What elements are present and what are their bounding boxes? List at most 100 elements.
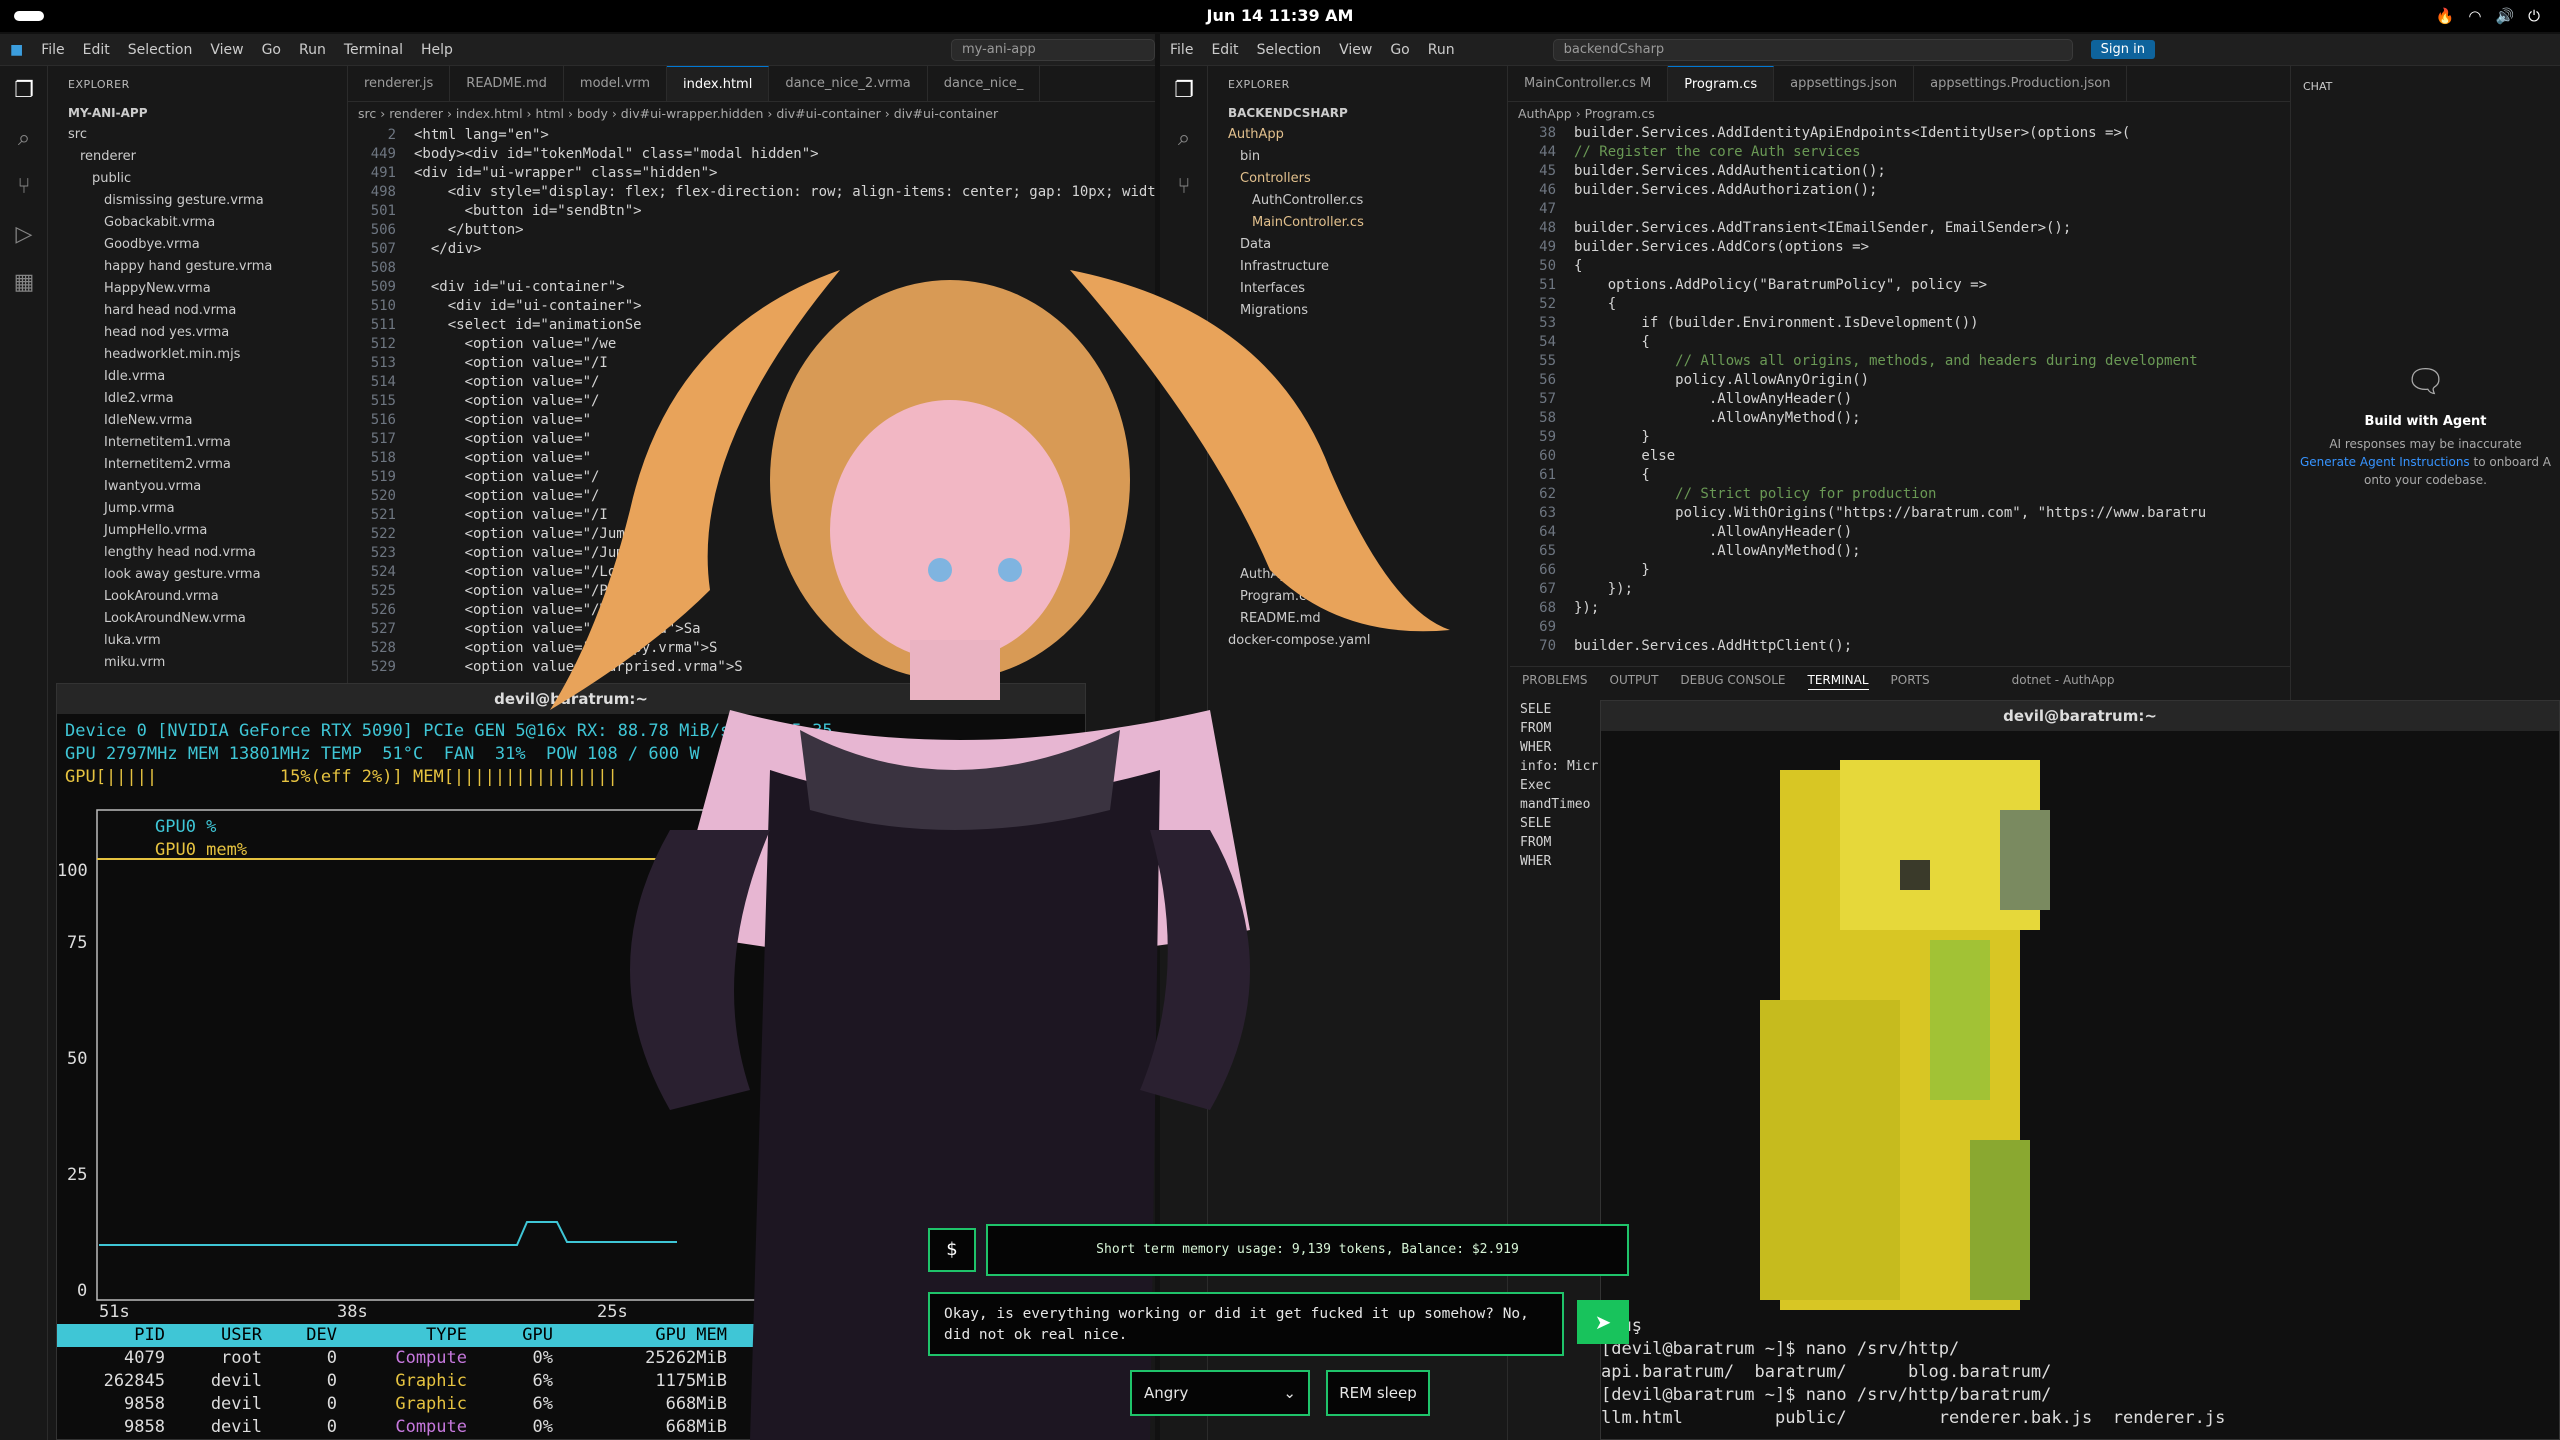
tree-item[interactable]: Gobackabit.vrma <box>48 212 347 234</box>
code-line[interactable]: 64 .AllowAnyHeader() <box>1510 523 2206 542</box>
volume-icon[interactable]: 🔊 <box>2495 7 2514 25</box>
code-line[interactable]: 70 builder.Services.AddHttpClient(); <box>1510 637 2206 656</box>
system-tray[interactable]: 🔥 ◠ 🔊 ⏻ <box>2436 7 2540 25</box>
tree-item[interactable]: miku.vrm <box>48 652 347 674</box>
panel-tab[interactable]: PORTS <box>1891 673 1930 690</box>
command-center-search[interactable]: backendCsharp <box>1552 38 2073 61</box>
code-line[interactable]: 59 } <box>1510 428 2206 447</box>
tree-item[interactable]: renderer <box>48 146 347 168</box>
menu-terminal[interactable]: Terminal <box>344 42 403 58</box>
code-line[interactable]: 68}); <box>1510 599 2206 618</box>
tree-item[interactable]: luka.vrm <box>48 630 347 652</box>
wifi-icon[interactable]: ◠ <box>2468 7 2481 25</box>
menu-file[interactable]: File <box>1170 42 1193 58</box>
extensions-icon[interactable]: ▦ <box>0 258 48 306</box>
tree-item[interactable]: Internetitem2.vrma <box>48 454 347 476</box>
code-line[interactable]: 63 policy.WithOrigins("https://baratrum.… <box>1510 504 2206 523</box>
code-line[interactable]: 69 <box>1510 618 2206 637</box>
menu-edit[interactable]: Edit <box>83 42 110 58</box>
code-line[interactable]: 56 policy.AllowAnyOrigin() <box>1510 371 2206 390</box>
tree-item[interactable]: headworklet.min.mjs <box>48 344 347 366</box>
tree-item[interactable]: hard head nod.vrma <box>48 300 347 322</box>
code-line[interactable]: 65 .AllowAnyMethod(); <box>1510 542 2206 561</box>
breadcrumb[interactable]: src › renderer › index.html › html › bod… <box>348 102 1008 124</box>
editor-tab[interactable]: Program.cs <box>1668 66 1775 101</box>
tree-item[interactable]: bin <box>1208 146 1507 168</box>
tree-item[interactable]: LookAroundNew.vrma <box>48 608 347 630</box>
tree-item[interactable]: src <box>48 124 347 146</box>
tree-item[interactable]: JumpHello.vrma <box>48 520 347 542</box>
tree-item[interactable]: Controllers <box>1208 168 1507 190</box>
editor-tab[interactable]: MainController.cs M <box>1508 66 1669 101</box>
tree-item[interactable]: Goodbye.vrma <box>48 234 347 256</box>
menu-view[interactable]: View <box>1339 42 1372 58</box>
tree-item[interactable]: public <box>48 168 347 190</box>
breadcrumb[interactable]: AuthApp › Program.cs <box>1508 102 1665 124</box>
code-line[interactable]: 51 options.AddPolicy("BaratrumPolicy", p… <box>1510 276 2206 295</box>
code-editor[interactable]: 38 builder.Services.AddIdentityApiEndpoin… <box>1510 124 2206 656</box>
rem-sleep-button[interactable]: REM sleep <box>1326 1370 1430 1416</box>
menu-help[interactable]: Help <box>421 42 453 58</box>
generate-instructions-link[interactable]: Generate Agent Instructions <box>2300 455 2470 469</box>
code-line[interactable]: 49 builder.Services.AddCors(options => <box>1510 238 2206 257</box>
explorer-icon[interactable]: ❐ <box>0 66 48 114</box>
code-line[interactable]: 62 // Strict policy for production <box>1510 485 2206 504</box>
tree-item[interactable]: Iwantyou.vrma <box>48 476 347 498</box>
message-input[interactable]: Okay, is everything working or did it ge… <box>928 1292 1564 1356</box>
mood-select[interactable]: Angry ⌄ <box>1130 1370 1310 1416</box>
code-line[interactable]: 67 }); <box>1510 580 2206 599</box>
tree-item[interactable]: LookAround.vrma <box>48 586 347 608</box>
editor-tab[interactable]: renderer.js <box>348 66 451 101</box>
code-line[interactable]: 491 <div id="ui-wrapper" class="hidden"> <box>350 164 1155 183</box>
tree-item[interactable]: Idle.vrma <box>48 366 347 388</box>
panel-terminal-output[interactable]: SELE FROM WHER info: Micr Exec mandTimeo SELE F… <box>1520 700 1598 871</box>
tree-item[interactable]: lengthy head nod.vrma <box>48 542 347 564</box>
code-line[interactable]: 44 // Register the core Auth services <box>1510 143 2206 162</box>
code-line[interactable]: 53 if (builder.Environment.IsDevelopment… <box>1510 314 2206 333</box>
project-root[interactable]: BACKENDCSHARP <box>1208 102 1507 124</box>
code-line[interactable]: 47 <box>1510 200 2206 219</box>
editor-tab[interactable]: dance_nice_ <box>928 66 1041 101</box>
tree-item[interactable]: Idle2.vrma <box>48 388 347 410</box>
code-line[interactable]: 2 <html lang="en"> <box>350 126 1155 145</box>
menu-go[interactable]: Go <box>1390 42 1409 58</box>
tree-item[interactable]: AuthApp <box>1208 124 1507 146</box>
run-debug-icon[interactable]: ▷ <box>0 210 48 258</box>
editor-tab[interactable]: README.md <box>450 66 564 101</box>
menu-go[interactable]: Go <box>262 42 281 58</box>
code-line[interactable]: 58 .AllowAnyMethod(); <box>1510 409 2206 428</box>
code-line[interactable]: 52 { <box>1510 295 2206 314</box>
editor-tab[interactable]: dance_nice_2.vrma <box>769 66 928 101</box>
code-line[interactable]: 46 builder.Services.AddAuthorization(); <box>1510 181 2206 200</box>
clock[interactable]: Jun 14 11:39 AM <box>0 6 2560 25</box>
tree-item[interactable]: dismissing gesture.vrma <box>48 190 347 212</box>
power-icon[interactable]: ⏻ <box>2528 7 2540 25</box>
code-line[interactable]: 66 } <box>1510 561 2206 580</box>
menu-file[interactable]: File <box>41 42 64 58</box>
source-control-icon[interactable]: ⑂ <box>0 162 48 210</box>
tree-item[interactable]: Jump.vrma <box>48 498 347 520</box>
editor-tab[interactable]: index.html <box>667 66 770 101</box>
sign-in-button[interactable]: Sign in <box>2090 40 2155 59</box>
search-icon[interactable]: ⌕ <box>1160 114 1208 162</box>
tree-item[interactable]: HappyNew.vrma <box>48 278 347 300</box>
tree-item[interactable]: head nod yes.vrma <box>48 322 347 344</box>
editor-tab[interactable]: appsettings.Production.json <box>1914 66 2128 101</box>
code-line[interactable]: 48 builder.Services.AddTransient<IEmailSe… <box>1510 219 2206 238</box>
menu-selection[interactable]: Selection <box>1257 42 1322 58</box>
tree-item[interactable]: AuthController.cs <box>1208 190 1507 212</box>
terminal-task-label[interactable]: dotnet - AuthApp <box>2012 673 2115 690</box>
send-button[interactable]: ➤ <box>1577 1300 1629 1344</box>
explorer-icon[interactable]: ❐ <box>1160 66 1208 114</box>
code-line[interactable]: 54 { <box>1510 333 2206 352</box>
search-icon[interactable]: ⌕ <box>0 114 48 162</box>
editor-tab[interactable]: model.vrm <box>564 66 668 101</box>
code-line[interactable]: 61 { <box>1510 466 2206 485</box>
panel-tab[interactable]: DEBUG CONSOLE <box>1680 673 1785 690</box>
flame-icon[interactable]: 🔥 <box>2436 7 2455 25</box>
code-line[interactable]: 60 else <box>1510 447 2206 466</box>
code-line[interactable]: 498 <div style="display: flex; flex-dire… <box>350 183 1155 202</box>
tree-item[interactable]: Internetitem1.vrma <box>48 432 347 454</box>
panel-tab[interactable]: OUTPUT <box>1610 673 1659 690</box>
balance-button[interactable]: $ <box>928 1228 976 1272</box>
